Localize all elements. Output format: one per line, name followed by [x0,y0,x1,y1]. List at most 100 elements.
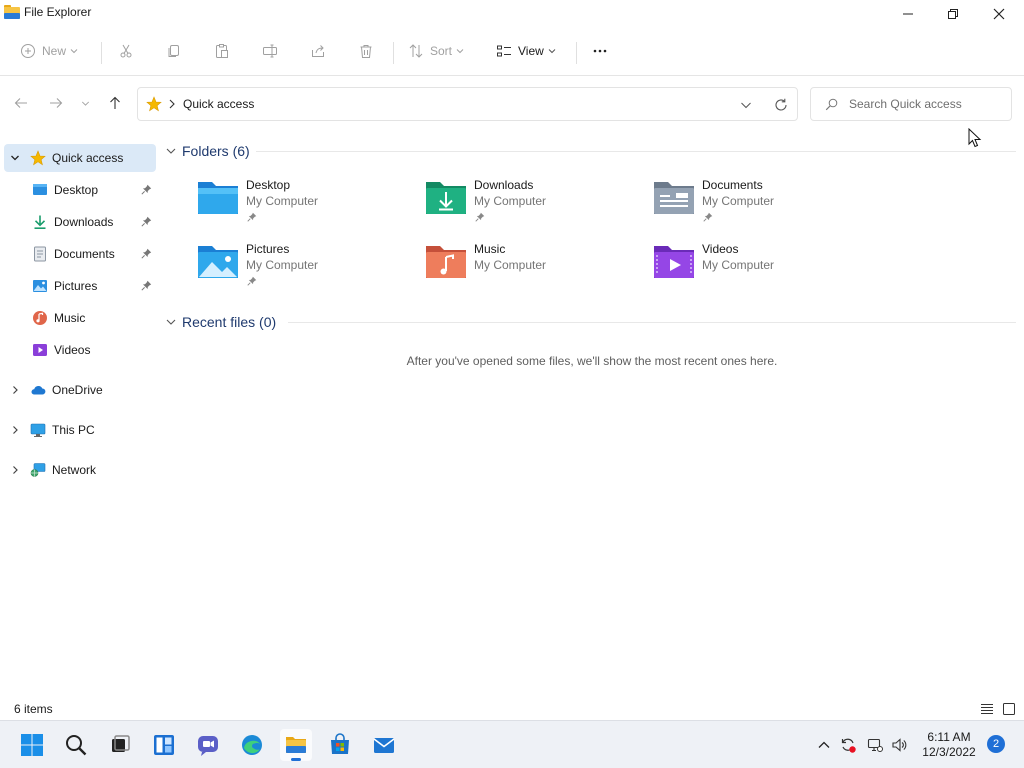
chevron-right-icon[interactable] [8,383,22,397]
item-count: 6 items [14,702,53,716]
folder-name: Videos [702,242,739,256]
navigation-pane: Quick access Desktop Downloads Documents… [0,130,160,698]
store-icon [331,733,349,754]
documents-icon [32,246,48,262]
folder-location: My Computer [702,258,775,272]
paste-button[interactable] [214,36,230,66]
folder-tile-documents[interactable]: Documents My Computer [652,178,872,234]
folder-tile-videos[interactable]: Videos My Computer [652,242,872,298]
nav-item-label: This PC [52,423,95,437]
delete-button[interactable] [358,36,374,66]
chevron-right-icon[interactable] [8,463,22,477]
windows-logo-icon [21,734,43,756]
up-button[interactable] [105,93,125,113]
new-label: New [42,44,67,58]
nav-item-label: Desktop [54,183,99,197]
folder-tile-pictures[interactable]: Pictures My Computer [196,242,416,298]
chat-button[interactable] [192,729,224,761]
chevron-right-icon[interactable] [8,423,22,437]
rename-button[interactable] [262,36,278,66]
nav-item-downloads[interactable]: Downloads [4,208,156,236]
chevron-down-icon [81,101,89,106]
minimize-button[interactable] [885,0,931,28]
scissors-icon [120,44,132,58]
nav-item-desktop[interactable]: Desktop [4,176,156,204]
recent-files-empty-message: After you've opened some files, we'll sh… [406,354,778,368]
taskbar: 6:11 AM 12/3/2022 2 [0,720,1024,768]
tiles-view-icon[interactable] [1001,701,1017,717]
close-icon [993,8,1005,20]
pin-icon [141,216,152,227]
folders-header-label: Folders (6) [182,143,250,159]
clock[interactable]: 6:11 AM 12/3/2022 [912,730,986,760]
view-button[interactable]: View [496,36,556,66]
network-tray[interactable] [866,736,884,754]
widgets-button[interactable] [148,729,180,761]
breadcrumb[interactable]: Quick access [183,97,254,111]
back-button[interactable] [11,93,31,113]
nav-item-pictures[interactable]: Pictures [4,272,156,300]
desktop-folder-icon [198,182,238,214]
folder-location: My Computer [246,258,319,272]
folder-tile-desktop[interactable]: Desktop My Computer [196,178,416,234]
search-box[interactable] [810,87,1012,121]
cut-button[interactable] [118,36,134,66]
close-button[interactable] [976,0,1022,28]
chevron-up-icon [818,741,830,748]
task-view-button[interactable] [104,729,136,761]
edge-browser-button[interactable] [236,729,268,761]
nav-item-this-pc[interactable]: This PC [4,416,156,444]
update-status-tray[interactable] [839,736,857,754]
nav-item-quick-access[interactable]: Quick access [4,144,156,172]
nav-item-onedrive[interactable]: OneDrive [4,376,156,404]
folder-name: Pictures [246,242,290,256]
download-icon [32,214,48,230]
folder-tile-music[interactable]: Music My Computer [424,242,644,298]
section-divider [288,322,1016,323]
nav-item-music[interactable]: Music [4,304,156,332]
recent-files-section-header[interactable]: Recent files (0) [166,311,276,333]
network-status-icon [867,738,883,752]
search-button[interactable] [60,729,92,761]
more-options-button[interactable] [592,36,608,66]
minimize-icon [903,13,913,15]
address-bar[interactable]: Quick access [137,87,798,121]
notification-badge[interactable]: 2 [987,735,1005,753]
search-icon [825,98,838,111]
videos-icon [32,342,48,358]
show-hidden-icons-button[interactable] [815,736,833,754]
recent-locations-button[interactable] [77,93,93,113]
chevron-down-icon[interactable] [8,151,22,165]
downloads-folder-icon [426,182,466,214]
folders-section-header[interactable]: Folders (6) [166,140,250,162]
paste-icon [216,44,228,58]
videos-folder-icon [654,246,694,278]
share-button[interactable] [310,36,326,66]
nav-item-label: Quick access [52,151,124,165]
mail-button[interactable] [368,729,400,761]
file-explorer-taskbar-button[interactable] [280,729,312,761]
microsoft-store-button[interactable] [324,729,356,761]
copy-button[interactable] [166,36,182,66]
rename-icon [263,44,277,58]
plus-circle-icon [21,44,35,58]
new-button[interactable]: New [20,36,78,66]
file-explorer-icon [4,5,20,19]
search-input[interactable] [849,96,1004,112]
nav-item-network[interactable]: Network [4,456,156,484]
nav-item-videos[interactable]: Videos [4,336,156,364]
refresh-icon[interactable] [774,98,788,112]
restore-button[interactable] [930,0,976,28]
nav-item-documents[interactable]: Documents [4,240,156,268]
details-view-icon[interactable] [979,701,995,717]
nav-item-label: Videos [54,343,91,357]
chevron-down-icon [70,49,78,54]
edge-browser-icon [242,735,262,755]
start-button[interactable] [16,729,48,761]
volume-tray[interactable] [890,736,908,754]
folder-tile-downloads[interactable]: Downloads My Computer [424,178,644,234]
sort-button[interactable]: Sort [408,36,464,66]
forward-button[interactable] [46,93,66,113]
music-icon [32,310,48,326]
chevron-down-icon[interactable] [740,99,752,111]
